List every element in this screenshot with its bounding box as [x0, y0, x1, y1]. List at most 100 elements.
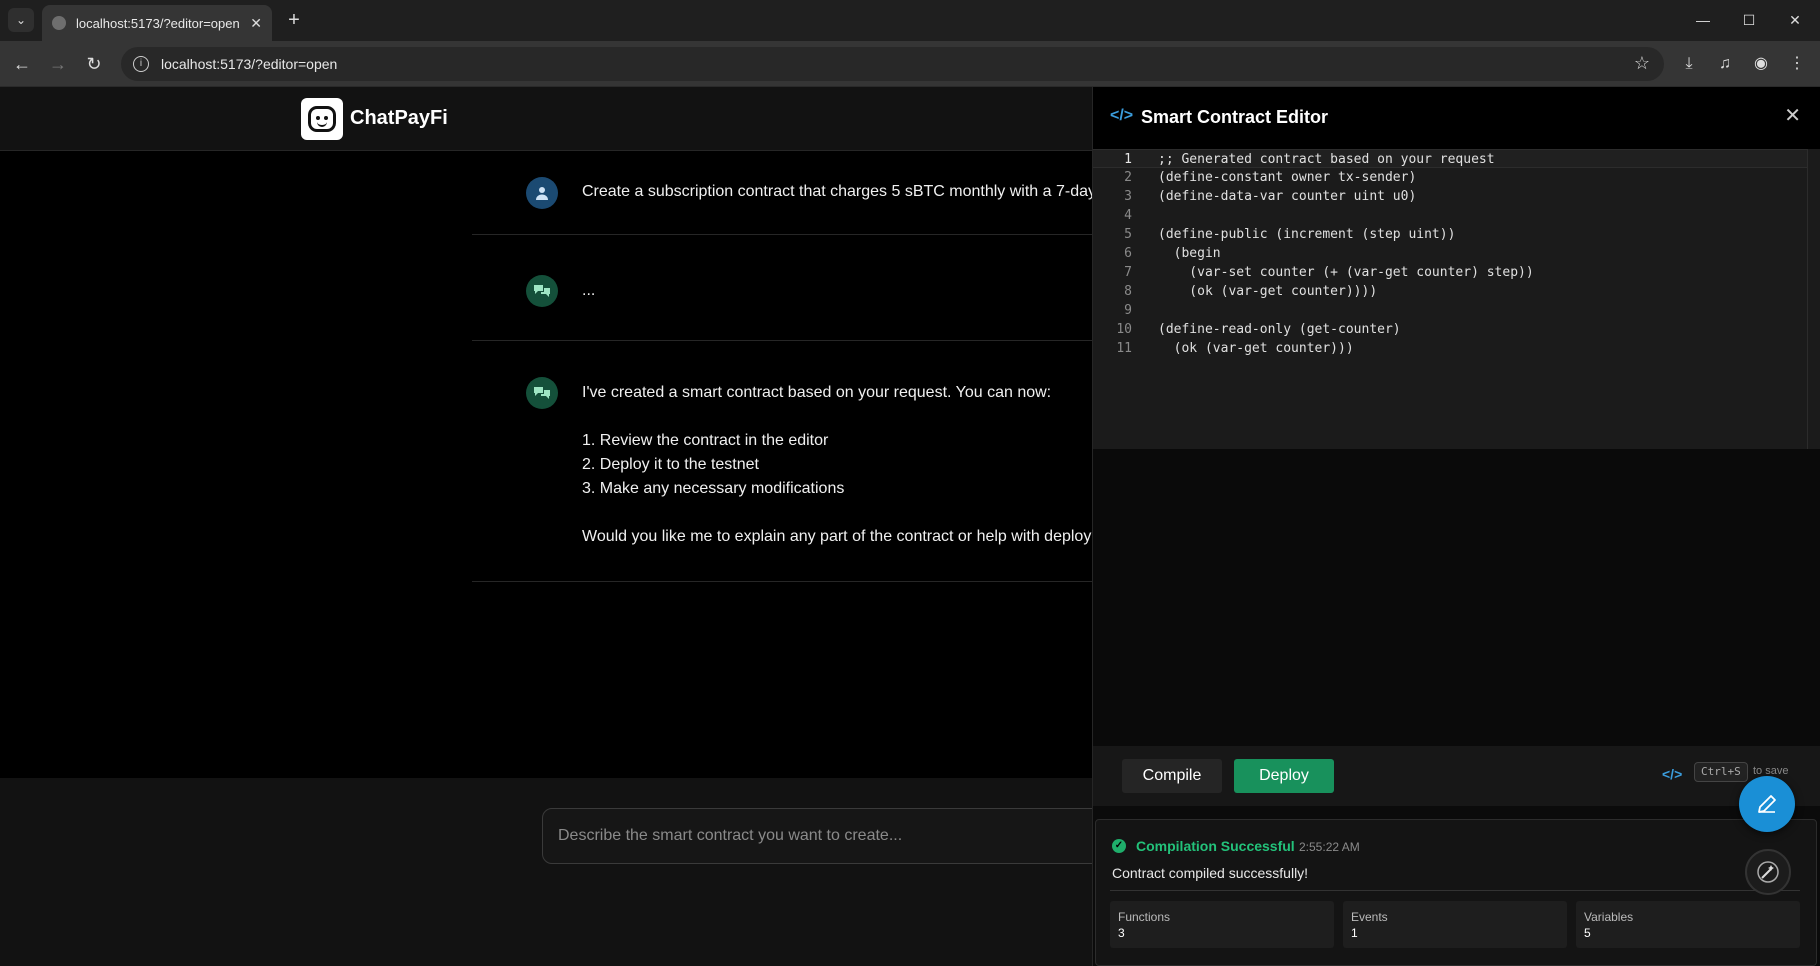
- tab-close-icon[interactable]: ✕: [250, 15, 262, 32]
- compilation-result: ✓ Compilation Successful 2:55:22 AM Cont…: [1095, 819, 1817, 966]
- menu-icon[interactable]: ⋮: [1785, 52, 1809, 76]
- message-text: I've created a smart contract based on y…: [582, 381, 1092, 549]
- timestamp: 2:55:22 AM: [1299, 840, 1360, 854]
- code-text: (ok (var-get counter))): [1158, 341, 1354, 356]
- address-bar[interactable]: i localhost:5173/?editor=open ☆: [121, 47, 1664, 81]
- media-control-icon[interactable]: ♫: [1713, 52, 1737, 76]
- line-number: 10: [1116, 322, 1132, 337]
- stat-label: Variables: [1584, 910, 1634, 924]
- edit-fab-button[interactable]: [1739, 776, 1795, 832]
- divider: [1110, 890, 1800, 891]
- stat-value: 5: [1584, 926, 1591, 940]
- code-line[interactable]: 10 (define-read-only (get-counter): [1093, 320, 1807, 339]
- code-line[interactable]: 1 ;; Generated contract based on your req…: [1093, 149, 1807, 168]
- tab-title: localhost:5173/?editor=open: [76, 15, 240, 31]
- code-text: (define-public (increment (step uint)): [1158, 227, 1456, 242]
- maximize-button[interactable]: ☐: [1726, 6, 1772, 34]
- chat-message-user: Create a subscription contract that char…: [472, 152, 1092, 235]
- editor-actions: Compile Deploy </> Ctrl+S to save: [1093, 746, 1820, 806]
- code-line[interactable]: 6 (begin: [1093, 244, 1807, 263]
- stat-value: 1: [1351, 926, 1358, 940]
- chat-input-box[interactable]: [542, 808, 1102, 864]
- line-number: 2: [1124, 170, 1132, 185]
- robot-logo-icon: [301, 98, 343, 140]
- line-number: 6: [1124, 246, 1132, 261]
- message-line: I've created a smart contract based on y…: [582, 384, 1052, 401]
- check-circle-icon: ✓: [1112, 839, 1126, 853]
- editor-empty-area: [1093, 449, 1820, 746]
- code-line[interactable]: 5 (define-public (increment (step uint)): [1093, 225, 1807, 244]
- line-number: 5: [1124, 227, 1132, 242]
- site-info-icon[interactable]: i: [133, 56, 149, 72]
- code-line[interactable]: 9: [1093, 301, 1807, 320]
- tab-search-button[interactable]: ⌄: [8, 8, 34, 32]
- stat-label: Functions: [1118, 910, 1171, 924]
- browser-toolbar: ← → ↻ i localhost:5173/?editor=open ☆ ⤓ …: [0, 41, 1820, 87]
- code-line[interactable]: 4: [1093, 206, 1807, 225]
- browser-tab[interactable]: localhost:5173/?editor=open ✕: [42, 5, 272, 41]
- line-number: 7: [1124, 265, 1132, 280]
- reload-button[interactable]: ↻: [80, 50, 108, 78]
- bookmark-star-icon[interactable]: ☆: [1634, 53, 1650, 74]
- new-tab-button[interactable]: +: [282, 8, 306, 32]
- chat-footer: [0, 778, 1092, 966]
- shortcut-key: Ctrl+S: [1694, 762, 1748, 782]
- code-text: ;; Generated contract based on your requ…: [1158, 152, 1495, 167]
- code-line[interactable]: 7 (var-set counter (+ (var-get counter) …: [1093, 263, 1807, 282]
- shortcut-hint: to save: [1753, 765, 1789, 777]
- app-header: ChatPayFi: [0, 87, 1092, 151]
- stat-variables: Variables 5: [1576, 901, 1800, 948]
- code-text: (define-constant owner tx-sender): [1158, 170, 1417, 185]
- window-close-button[interactable]: ✕: [1772, 6, 1818, 34]
- message-text: ...: [582, 279, 1092, 303]
- code-text: (define-read-only (get-counter): [1158, 322, 1401, 337]
- minimize-button[interactable]: —: [1680, 6, 1726, 34]
- code-text: (ok (var-get counter)))): [1158, 284, 1378, 299]
- editor-header: </> Smart Contract Editor ✕: [1093, 87, 1820, 149]
- line-number: 8: [1124, 284, 1132, 299]
- code-icon: </>: [1662, 766, 1683, 782]
- stat-events: Events 1: [1343, 901, 1567, 948]
- message-line: 1. Review the contract in the editor: [582, 432, 829, 449]
- status-text: Compilation Successful: [1136, 838, 1295, 854]
- code-scrollbar[interactable]: [1807, 149, 1820, 449]
- app-title: ChatPayFi: [350, 107, 448, 129]
- close-editor-icon[interactable]: ✕: [1784, 103, 1801, 128]
- back-button[interactable]: ←: [8, 50, 36, 78]
- message-line: [582, 405, 1092, 429]
- stat-value: 3: [1118, 926, 1125, 940]
- chat-message-assistant: I've created a smart contract based on y…: [472, 341, 1092, 582]
- smart-contract-editor: </> Smart Contract Editor ✕ 1 ;; Generate…: [1092, 87, 1820, 966]
- assistant-chat-icon: [526, 377, 558, 409]
- assistant-chat-icon: [526, 275, 558, 307]
- result-message: Contract compiled successfully!: [1112, 865, 1309, 881]
- chat-message-assistant: ...: [472, 235, 1092, 341]
- message-text: Create a subscription contract that char…: [582, 180, 1092, 204]
- chat-messages: Create a subscription contract that char…: [0, 152, 1092, 778]
- line-number: 1: [1124, 152, 1132, 167]
- user-avatar-icon: [526, 177, 558, 209]
- download-icon[interactable]: ⤓: [1677, 52, 1701, 76]
- editor-title: Smart Contract Editor: [1141, 107, 1329, 127]
- message-line: Would you like me to explain any part of…: [582, 528, 1092, 545]
- code-line[interactable]: 11 (ok (var-get counter))): [1093, 339, 1807, 358]
- chat-input[interactable]: [558, 809, 1098, 863]
- code-line[interactable]: 3 (define-data-var counter uint u0): [1093, 187, 1807, 206]
- code-editor[interactable]: 1 ;; Generated contract based on your req…: [1093, 149, 1807, 449]
- code-icon: </>: [1110, 107, 1134, 124]
- message-line: 2. Deploy it to the testnet: [582, 456, 759, 473]
- pencil-icon: [1758, 795, 1776, 813]
- line-number: 11: [1116, 341, 1132, 356]
- message-line: ...: [582, 282, 596, 299]
- compile-button[interactable]: Compile: [1122, 759, 1222, 793]
- code-line[interactable]: 8 (ok (var-get counter)))): [1093, 282, 1807, 301]
- forward-button[interactable]: →: [44, 50, 72, 78]
- tools-fab-button[interactable]: [1745, 849, 1791, 895]
- deploy-button[interactable]: Deploy: [1234, 759, 1334, 793]
- stat-label: Events: [1351, 910, 1388, 924]
- line-number: 3: [1124, 189, 1132, 204]
- code-line[interactable]: 2 (define-constant owner tx-sender): [1093, 168, 1807, 187]
- profile-icon[interactable]: ◉: [1749, 52, 1773, 76]
- code-text: (begin: [1158, 246, 1221, 261]
- message-line: [582, 501, 1092, 525]
